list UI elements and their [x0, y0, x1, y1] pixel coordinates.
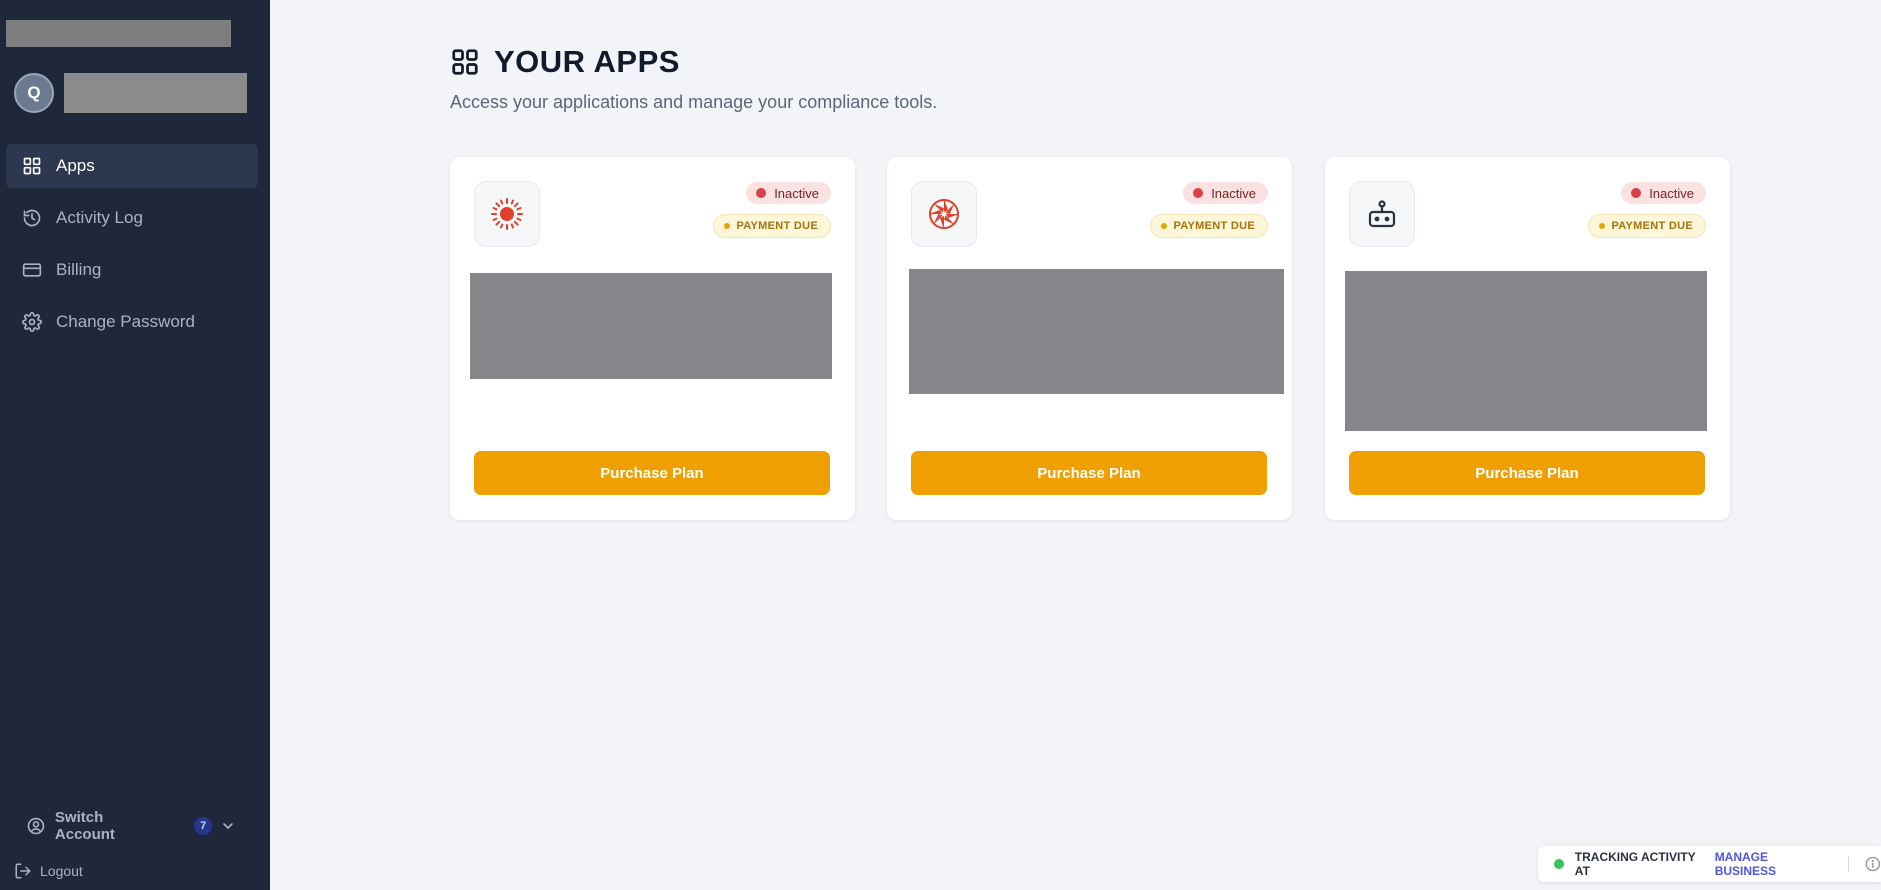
- app-card: Inactive PAYMENT DUE Purchase Plan: [450, 157, 855, 520]
- status-dot: [1631, 188, 1642, 198]
- status-badge: Inactive: [1183, 182, 1268, 204]
- info-icon[interactable]: [1865, 856, 1881, 872]
- switch-account-label: Switch Account: [54, 809, 115, 843]
- credit-card-icon: [22, 263, 42, 277]
- payment-label: PAYMENT DUE: [736, 220, 818, 232]
- sidebar-item-label: Change Password: [56, 312, 195, 331]
- tracking-label: TRACKING ACTIVITY AT: [1574, 850, 1696, 878]
- sun-icon: [491, 198, 523, 230]
- history-icon: [23, 209, 41, 227]
- logout-icon: [15, 863, 31, 879]
- tracking-banner: TRACKING ACTIVITY AT MANAGE BUSINESS: [1538, 846, 1881, 882]
- redacted-user-name: [64, 73, 247, 113]
- gear-icon: [22, 312, 42, 332]
- sidebar-item-label: Activity Log: [56, 208, 143, 227]
- status-label: Inactive: [1649, 185, 1694, 201]
- page-subtitle: Access your applications and manage your…: [450, 92, 938, 112]
- status-dot: [1193, 188, 1204, 198]
- chevron-down-icon: [223, 823, 233, 830]
- page-title: YOUR APPS: [494, 44, 680, 79]
- redacted-app-description: [1345, 271, 1707, 431]
- tracking-status-dot: [1554, 859, 1564, 869]
- payment-dot: [1599, 223, 1606, 229]
- sidebar-item-billing[interactable]: Billing: [6, 248, 258, 292]
- redacted-app-description: [470, 273, 832, 379]
- app-logo: [1349, 181, 1415, 247]
- sidebar-item-label: Apps: [56, 156, 95, 175]
- sidebar-item-change-password[interactable]: Change Password: [6, 300, 258, 344]
- redacted-app-description: [909, 269, 1284, 394]
- payment-label: PAYMENT DUE: [1611, 220, 1693, 232]
- switch-account-button[interactable]: Switch Account 7: [26, 809, 236, 843]
- status-badge: Inactive: [746, 182, 831, 204]
- sidebar-nav: Apps Activity Log Billing Change Passwor…: [6, 144, 258, 352]
- status-dot: [756, 188, 767, 198]
- payment-badge: PAYMENT DUE: [1588, 214, 1706, 238]
- purchase-plan-button[interactable]: Purchase Plan: [911, 451, 1267, 495]
- payment-dot: [1161, 223, 1168, 229]
- manage-business-link[interactable]: MANAGE BUSINESS: [1715, 850, 1831, 878]
- status-label: Inactive: [1211, 185, 1256, 201]
- app-logo: [911, 181, 977, 247]
- purchase-plan-button[interactable]: Purchase Plan: [474, 451, 830, 495]
- grid-icon: [23, 157, 41, 175]
- status-label: Inactive: [774, 185, 819, 201]
- purchase-plan-button[interactable]: Purchase Plan: [1349, 451, 1705, 495]
- grid-icon: [452, 49, 478, 75]
- app-card: Inactive PAYMENT DUE Purchase Plan: [887, 157, 1292, 520]
- divider: [1848, 856, 1850, 872]
- sidebar-item-activity-log[interactable]: Activity Log: [6, 196, 258, 240]
- payment-badge: PAYMENT DUE: [1150, 214, 1268, 238]
- sidebar-item-label: Billing: [56, 260, 102, 279]
- aperture-icon: [929, 199, 959, 229]
- user-switch-icon: [27, 817, 45, 835]
- status-badge: Inactive: [1621, 182, 1706, 204]
- avatar[interactable]: Q: [14, 73, 54, 113]
- robot-icon: [1368, 200, 1396, 228]
- app-logo: [474, 181, 540, 247]
- payment-dot: [724, 223, 731, 229]
- payment-badge: PAYMENT DUE: [713, 214, 831, 238]
- sidebar-item-apps[interactable]: Apps: [6, 144, 258, 188]
- redacted-workspace-name: [6, 20, 231, 47]
- payment-label: PAYMENT DUE: [1173, 220, 1255, 232]
- sidebar: Q Apps Activity Log Billing Change Passw…: [0, 0, 270, 890]
- logout-label: Logout: [40, 863, 83, 879]
- logout-button[interactable]: Logout: [14, 862, 83, 880]
- account-count-badge: 7: [194, 817, 213, 835]
- page-header: YOUR APPS: [450, 44, 680, 80]
- app-card: Inactive PAYMENT DUE Purchase Plan: [1325, 157, 1730, 520]
